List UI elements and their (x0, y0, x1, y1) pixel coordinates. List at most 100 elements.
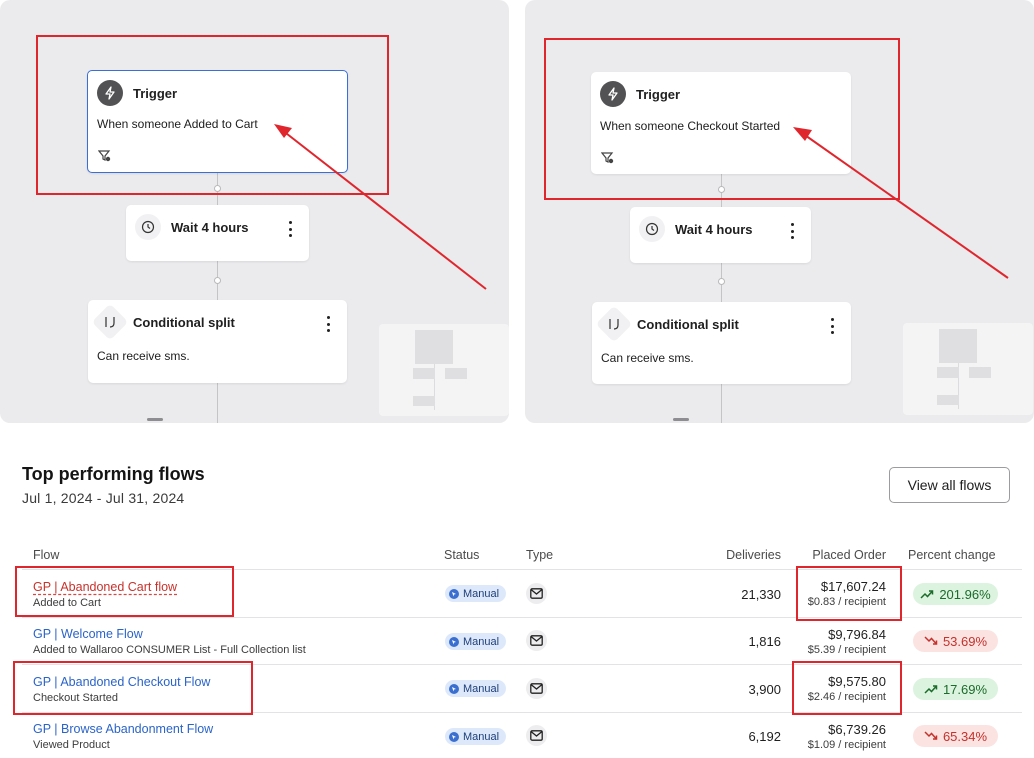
per-recipient-value: $1.09 / recipient (807, 739, 886, 751)
trigger-card[interactable]: Trigger When someone Added to Cart (87, 70, 348, 173)
date-range: Jul 1, 2024 - Jul 31, 2024 (22, 490, 185, 506)
split-icon (595, 305, 633, 343)
flow-canvas-added-to-cart[interactable]: Trigger When someone Added to Cart Wait … (0, 0, 509, 423)
placed-order-cell: $17,607.24 $0.83 / recipient (808, 579, 886, 608)
cursor-click-icon (449, 588, 459, 599)
connector-dot (214, 185, 221, 192)
minimap[interactable] (379, 324, 509, 416)
row-divider (22, 569, 1022, 570)
status-badge: Manual (445, 585, 507, 602)
filter-icon (97, 149, 112, 163)
trigger-card[interactable]: Trigger When someone Checkout Started (591, 72, 851, 174)
connector-dot (718, 186, 725, 193)
split-icon (91, 303, 129, 341)
status-text: Manual (463, 730, 500, 743)
wait-card[interactable]: Wait 4 hours (630, 207, 811, 263)
email-icon (526, 678, 547, 699)
cursor-click-icon (449, 731, 459, 742)
email-icon (526, 725, 547, 746)
status-text: Manual (463, 682, 500, 695)
connector-dot (718, 278, 725, 285)
email-icon (526, 583, 547, 604)
trigger-description: When someone Checkout Started (600, 119, 781, 133)
wait-title: Wait 4 hours (171, 219, 249, 235)
deliveries-value: 3,900 (748, 682, 781, 697)
percent-change-value: 201.96% (939, 586, 991, 602)
percent-change-value: 65.34% (942, 728, 988, 744)
column-header-status: Status (444, 548, 480, 562)
status-text: Manual (463, 635, 500, 648)
more-options-icon[interactable] (789, 223, 795, 239)
wait-card[interactable]: Wait 4 hours (126, 205, 309, 261)
connector-dot (214, 277, 221, 284)
deliveries-value: 6,192 (748, 729, 781, 744)
flow-name-link[interactable]: GP | Welcome Flow (33, 627, 143, 641)
percent-change-badge: 65.34% (913, 725, 998, 747)
placed-order-value: $6,739.26 (828, 722, 886, 737)
placed-order-cell: $9,575.80 $2.46 / recipient (808, 674, 886, 703)
flow-trigger-text: Viewed Product (33, 739, 110, 751)
per-recipient-value: $2.46 / recipient (807, 691, 886, 703)
flow-name-link[interactable]: GP | Browse Abandonment Flow (33, 722, 213, 736)
row-divider (22, 664, 1022, 665)
trigger-description: When someone Added to Cart (97, 117, 258, 131)
trend-up-icon (924, 685, 938, 694)
percent-change-value: 17.69% (942, 681, 988, 697)
flow-trigger-text: Checkout Started (33, 692, 118, 704)
drag-handle[interactable] (673, 418, 689, 421)
wait-title: Wait 4 hours (675, 221, 753, 237)
column-header-placed-order: Placed Order (812, 548, 886, 562)
flow-canvas-checkout-started[interactable]: Trigger When someone Checkout Started Wa… (525, 0, 1034, 423)
clock-icon (135, 214, 161, 240)
placed-order-cell: $9,796.84 $5.39 / recipient (808, 627, 886, 656)
percent-change-value: 53.69% (942, 633, 988, 649)
flow-trigger-text: Added to Wallaroo CONSUMER List - Full C… (33, 644, 306, 656)
trigger-title: Trigger (636, 86, 681, 102)
conditional-split-card[interactable]: Conditional split Can receive sms. (88, 300, 347, 383)
flow-name-link[interactable]: GP | Abandoned Cart flow (33, 580, 177, 594)
column-header-percent-change: Percent change (908, 548, 996, 562)
drag-handle[interactable] (147, 418, 163, 421)
split-title: Conditional split (637, 316, 739, 332)
email-icon (526, 630, 547, 651)
section-title: Top performing flows (22, 464, 205, 484)
status-badge: Manual (445, 633, 507, 650)
minimap[interactable] (903, 323, 1033, 415)
flow-trigger-text: Added to Cart (33, 597, 101, 609)
trigger-title: Trigger (133, 85, 178, 101)
percent-change-badge: 17.69% (913, 678, 998, 700)
status-badge: Manual (445, 680, 507, 697)
trend-up-icon (920, 590, 934, 599)
split-title: Conditional split (133, 314, 235, 330)
deliveries-value: 21,330 (741, 587, 781, 602)
lightning-icon (600, 81, 626, 107)
clock-icon (639, 216, 665, 242)
column-header-flow: Flow (33, 548, 60, 562)
split-description: Can receive sms. (601, 351, 694, 365)
column-header-type: Type (526, 548, 554, 562)
per-recipient-value: $0.83 / recipient (807, 596, 886, 608)
cursor-click-icon (449, 636, 459, 647)
split-description: Can receive sms. (97, 349, 190, 363)
column-header-deliveries: Deliveries (726, 548, 781, 562)
percent-change-badge: 201.96% (913, 583, 998, 605)
more-options-icon[interactable] (325, 316, 331, 332)
conditional-split-card[interactable]: Conditional split Can receive sms. (592, 302, 851, 384)
more-options-icon[interactable] (287, 221, 293, 237)
status-badge: Manual (445, 728, 507, 745)
percent-change-badge: 53.69% (913, 630, 998, 652)
status-text: Manual (463, 587, 500, 600)
row-divider (22, 617, 1022, 618)
lightning-icon (97, 80, 123, 106)
row-divider (22, 712, 1022, 713)
per-recipient-value: $5.39 / recipient (807, 644, 886, 656)
flow-name-link[interactable]: GP | Abandoned Checkout Flow (33, 675, 210, 689)
trend-down-icon (924, 731, 938, 740)
deliveries-value: 1,816 (748, 634, 781, 649)
view-all-flows-button[interactable]: View all flows (889, 467, 1010, 503)
filter-icon (600, 151, 615, 165)
more-options-icon[interactable] (829, 318, 835, 334)
placed-order-cell: $6,739.26 $1.09 / recipient (808, 722, 886, 751)
placed-order-value: $9,796.84 (828, 627, 886, 642)
placed-order-value: $17,607.24 (820, 579, 886, 594)
